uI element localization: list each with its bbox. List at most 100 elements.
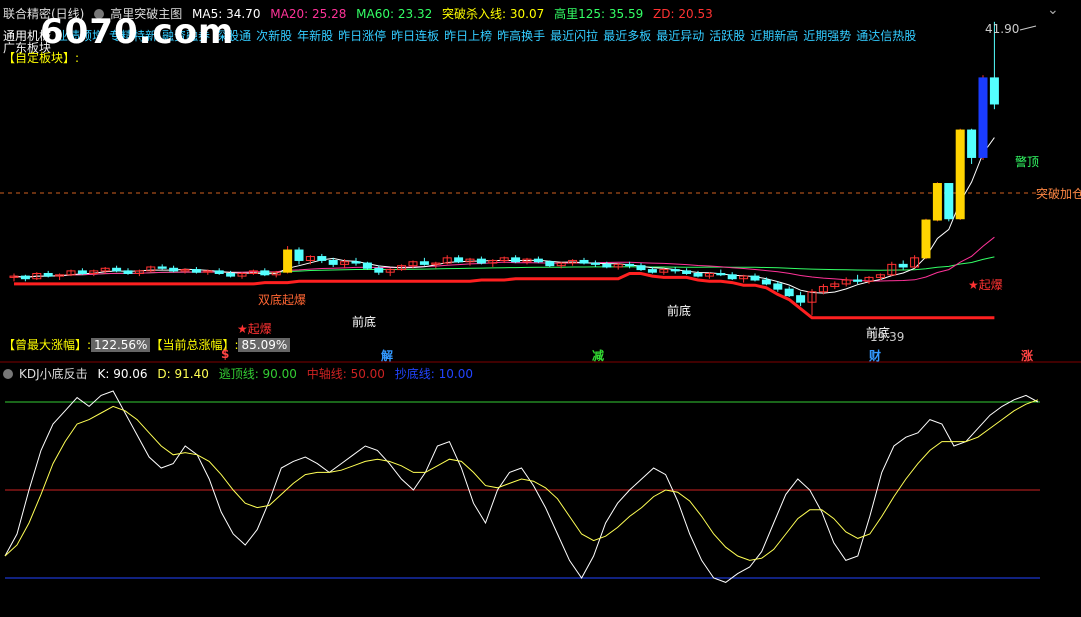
concept-tag[interactable]: 昨日上榜 (444, 29, 492, 43)
candle-body (670, 269, 680, 272)
kdj-k-readout: K: 90.06 (97, 367, 148, 381)
kdj-d-readout: D: 91.40 (157, 367, 209, 381)
candle-body (784, 288, 794, 297)
candle-body (602, 263, 612, 268)
ma60-readout: MA60: 23.32 (356, 7, 433, 21)
detonate-label-2: ★起爆 (968, 278, 1003, 292)
candlesticks (9, 21, 999, 316)
kdj-k-line (4, 390, 1039, 583)
event-marker-dollar[interactable]: $ (221, 347, 229, 361)
candle-body (328, 259, 338, 265)
middle-line-readout: 中轴线: 50.00 (306, 367, 385, 381)
candle-body (898, 263, 908, 268)
candle-body (351, 261, 361, 264)
candle-body (476, 258, 486, 264)
bottom-line-readout: 抄底线: 10.00 (394, 367, 473, 381)
candle-body (921, 219, 931, 259)
gain-stats: 【曾最大涨幅】: 122.56% 【当前总涨幅】: 85.09% (3, 336, 291, 353)
candle-body (773, 283, 783, 290)
candle-body (169, 267, 179, 272)
candle-body (283, 249, 293, 273)
concept-tag[interactable]: 最近闪拉 (550, 29, 598, 43)
settings-chevron-icon[interactable]: ⌄ (1047, 2, 1059, 18)
event-marker-reduce[interactable]: 减 (592, 347, 604, 364)
candle-body (77, 270, 87, 274)
prev-bottom-label-2: 前底 (667, 304, 692, 318)
candle-body (362, 262, 372, 269)
concept-tag[interactable]: 通达信热股 (856, 29, 916, 43)
event-marker-finance[interactable]: 财 (869, 347, 881, 364)
event-marker-unlock[interactable]: 解 (381, 347, 393, 364)
kdj-toggle-icon[interactable] (3, 369, 13, 379)
candle-body (43, 272, 53, 277)
double-bottom-label: 双底起爆 (258, 293, 307, 307)
candle-body (853, 279, 863, 282)
candle-body (796, 295, 806, 303)
candle-body (511, 257, 521, 263)
candle-body (761, 279, 771, 285)
total-gain-value: 85.09% (238, 338, 291, 352)
kdj-title[interactable]: KDJ小底反击 (19, 367, 88, 381)
breakout-add-label: 突破加仓 (1036, 187, 1081, 201)
candle-body (727, 274, 737, 280)
concept-tag[interactable]: 年新股 (297, 29, 333, 43)
candle-body (260, 270, 270, 276)
max-gain-value: 122.56% (91, 338, 151, 352)
max-gain-label: 【曾最大涨幅】: (3, 338, 92, 352)
concept-tag[interactable]: 昨日涨停 (338, 29, 386, 43)
candle-body (636, 265, 646, 271)
candle-body (226, 272, 236, 277)
concept-tag[interactable]: 昨高换手 (497, 29, 545, 43)
concept-tag[interactable]: 活跃股 (709, 29, 745, 43)
candle-body (978, 77, 988, 158)
candle-body (20, 275, 30, 280)
candle-body (191, 269, 201, 273)
prev-bottom-label-1: 前底 (352, 315, 377, 329)
ma20-readout: MA20: 25.28 (270, 7, 347, 21)
concept-tag[interactable]: 次新股 (256, 29, 292, 43)
detonate-label-1: ★起爆 (237, 322, 272, 336)
zd-readout: ZD: 20.53 (653, 7, 713, 21)
candle-body (317, 256, 327, 261)
candle-body (590, 262, 600, 265)
candle-body (955, 129, 965, 220)
candle-body (944, 183, 954, 220)
watermark: 6070.com (40, 12, 235, 52)
candle-body (454, 257, 464, 263)
price-max-pointer (1019, 25, 1037, 31)
candle-body (716, 272, 726, 276)
candle-body (579, 259, 589, 264)
candle-body (682, 270, 692, 274)
candle-body (112, 267, 122, 272)
candle-body (294, 249, 304, 261)
kdj-d-line (4, 399, 1039, 561)
candle-body (545, 261, 555, 267)
candle-body (967, 129, 977, 158)
low-price-label: 19.39 (870, 330, 905, 344)
price-max-label: 41.90 (985, 22, 1020, 36)
concept-tag[interactable]: 近期强势 (803, 29, 851, 43)
candle-body (693, 272, 703, 277)
concept-tag[interactable]: 最近异动 (656, 29, 704, 43)
escape-line-readout: 逃顶线: 90.00 (218, 367, 297, 381)
candle-body (647, 269, 657, 273)
candle-body (123, 270, 133, 274)
event-marker-limit-up[interactable]: 涨 (1021, 347, 1033, 364)
moving-averages (13, 137, 995, 294)
concept-tag[interactable]: 昨日连板 (391, 29, 439, 43)
candle-body (419, 261, 429, 265)
concept-tag[interactable]: 最近多板 (603, 29, 651, 43)
candle-body (932, 183, 942, 221)
candle-body (625, 263, 635, 267)
breakout-readout: 突破杀入线: 30.07 (442, 7, 545, 21)
concept-tag[interactable]: 近期新高 (750, 29, 798, 43)
chart-canvas (0, 21, 1081, 583)
candle-body (214, 270, 224, 274)
kdj-header: KDJ小底反击 K: 90.06 D: 91.40 逃顶线: 90.00 中轴线… (3, 365, 479, 382)
candle-body (750, 275, 760, 281)
gaoli125-readout: 高里125: 35.59 (554, 7, 644, 21)
candle-body (157, 266, 167, 269)
candle-body (533, 258, 543, 263)
candle-body (374, 267, 384, 273)
top-warning-label: 警顶 (1015, 155, 1040, 169)
